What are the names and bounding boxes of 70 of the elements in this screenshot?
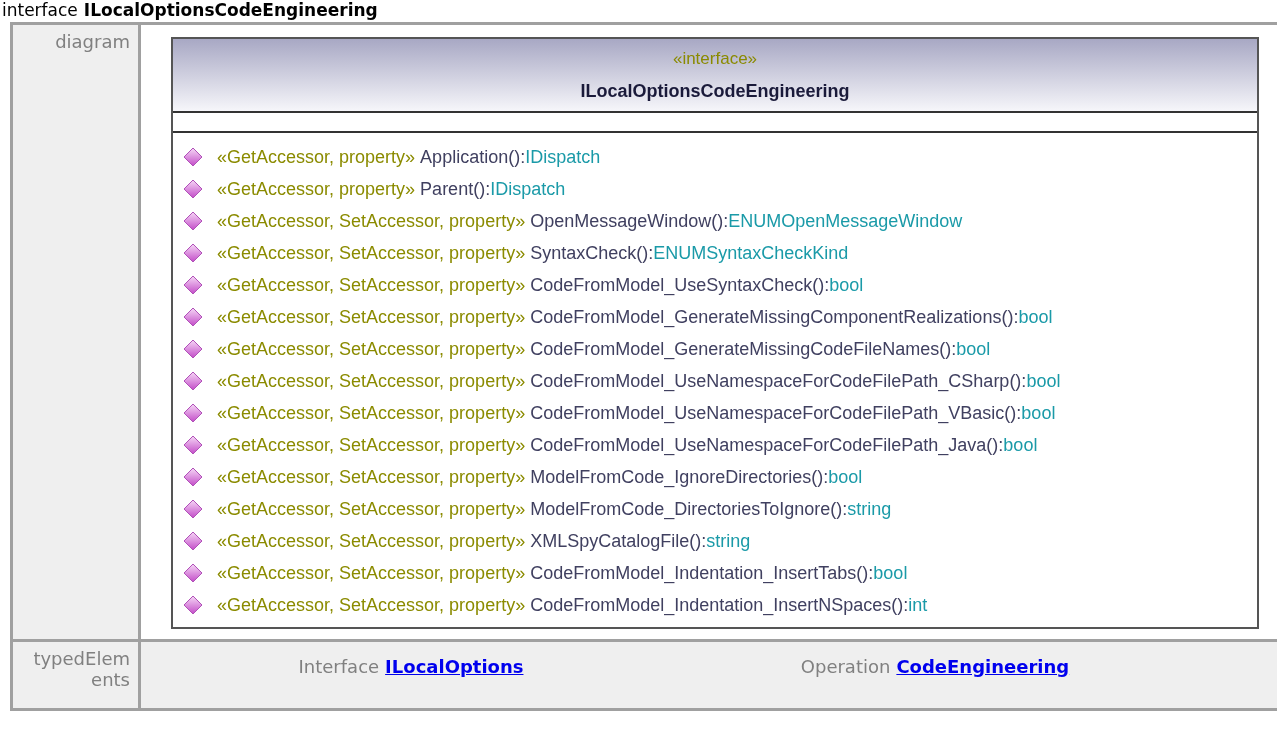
- operation-type: bool: [1021, 402, 1056, 424]
- class-name: ILocalOptionsCodeEngineering: [580, 80, 850, 102]
- operation-diamond-icon: [183, 403, 203, 423]
- operation-stereotype: «GetAccessor, SetAccessor, property»: [217, 306, 526, 328]
- operation-diamond-icon: [183, 147, 203, 167]
- operation-stereotype: «GetAccessor, SetAccessor, property»: [217, 498, 526, 520]
- operation-signature: CodeFromModel_UseNamespaceForCodeFilePath_CSharp():: [530, 370, 1027, 392]
- operation-stereotype: «GetAccessor, SetAccessor, property»: [217, 434, 526, 456]
- operation-diamond-icon: [183, 563, 203, 583]
- operation-stereotype: «GetAccessor, SetAccessor, property»: [217, 594, 526, 616]
- operation-diamond-icon: [183, 499, 203, 519]
- operation-diamond-icon: [183, 435, 203, 455]
- operation-type: bool: [873, 562, 908, 584]
- row-label: typedElem ents: [32, 648, 130, 690]
- operation-signature: OpenMessageWindow():: [530, 210, 729, 232]
- operation-diamond-icon: [183, 307, 203, 327]
- operation-type: bool: [1026, 370, 1061, 392]
- operation-diamond-icon: [183, 531, 203, 551]
- title-kind: interface: [2, 0, 78, 22]
- operation-type: ENUMSyntaxCheckKind: [653, 242, 849, 264]
- element-kind: Interface: [298, 656, 380, 679]
- operation-type: bool: [1018, 306, 1053, 328]
- operation-type: bool: [828, 466, 863, 488]
- operation-stereotype: «GetAccessor, SetAccessor, property»: [217, 562, 526, 584]
- operation-type: IDispatch: [525, 146, 601, 168]
- operation-signature: Application():: [420, 146, 526, 168]
- operation-stereotype: «GetAccessor, SetAccessor, property»: [217, 370, 526, 392]
- operation-diamond-icon: [183, 467, 203, 487]
- operation-type: bool: [956, 338, 991, 360]
- operation-signature: Parent():: [420, 178, 491, 200]
- operation-stereotype: «GetAccessor, SetAccessor, property»: [217, 530, 526, 552]
- operation-stereotype: «GetAccessor, SetAccessor, property»: [217, 466, 526, 488]
- element-link[interactable]: ILocalOptions: [385, 656, 524, 708]
- operation-type: IDispatch: [490, 178, 566, 200]
- row-label: diagram: [55, 31, 130, 52]
- element-link[interactable]: CodeEngineering: [896, 656, 1070, 708]
- operation-stereotype: «GetAccessor, SetAccessor, property»: [217, 274, 526, 296]
- operation-signature: CodeFromModel_Indentation_InsertTabs():: [530, 562, 874, 584]
- class-stereotype: «interface»: [672, 48, 758, 69]
- operation-diamond-icon: [183, 371, 203, 391]
- operation-signature: CodeFromModel_UseNamespaceForCodeFilePath_Java():: [530, 434, 1004, 456]
- operation-type: string: [847, 498, 892, 520]
- operation-diamond-icon: [183, 275, 203, 295]
- operation-signature: SyntaxCheck():: [530, 242, 654, 264]
- operation-diamond-icon: [183, 339, 203, 359]
- title-name: ILocalOptionsCodeEngineering: [83, 0, 378, 22]
- operation-type: bool: [829, 274, 864, 296]
- element-kind: Operation: [800, 656, 891, 679]
- operation-signature: ModelFromCode_IgnoreDirectories():: [530, 466, 829, 488]
- operation-stereotype: «GetAccessor, SetAccessor, property»: [217, 402, 526, 424]
- operation-diamond-icon: [183, 595, 203, 615]
- operation-diamond-icon: [183, 211, 203, 231]
- operation-signature: CodeFromModel_UseNamespaceForCodeFilePath_VBasic():: [530, 402, 1022, 424]
- operation-type: bool: [1003, 434, 1038, 456]
- operation-stereotype: «GetAccessor, SetAccessor, property»: [217, 338, 526, 360]
- operation-signature: CodeFromModel_GenerateMissingComponentRealizations():: [530, 306, 1019, 328]
- operation-diamond-icon: [183, 243, 203, 263]
- operation-stereotype: «GetAccessor, SetAccessor, property»: [217, 210, 526, 232]
- operation-type: string: [706, 530, 751, 552]
- operation-type: int: [908, 594, 928, 616]
- operation-signature: CodeFromModel_Indentation_InsertNSpaces():: [530, 594, 909, 616]
- operation-stereotype: «GetAccessor, property»: [217, 178, 416, 200]
- operation-stereotype: «GetAccessor, property»: [217, 146, 416, 168]
- operation-signature: CodeFromModel_UseSyntaxCheck():: [530, 274, 830, 296]
- operation-signature: CodeFromModel_GenerateMissingCodeFileNames():: [530, 338, 957, 360]
- operation-signature: ModelFromCode_DirectoriesToIgnore():: [530, 498, 848, 520]
- operation-diamond-icon: [183, 179, 203, 199]
- operation-stereotype: «GetAccessor, SetAccessor, property»: [217, 242, 526, 264]
- operation-type: ENUMOpenMessageWindow: [728, 210, 963, 232]
- operation-signature: XMLSpyCatalogFile():: [530, 530, 707, 552]
